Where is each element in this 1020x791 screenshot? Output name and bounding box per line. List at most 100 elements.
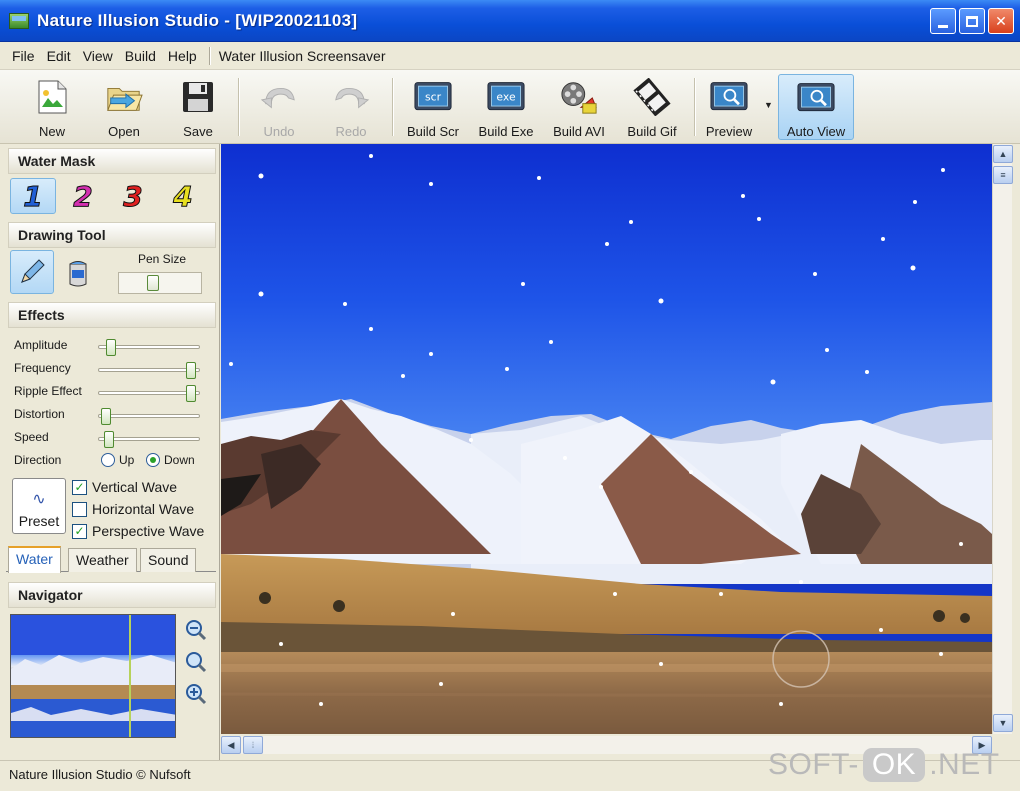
drawing-tool-header: Drawing Tool — [8, 222, 216, 248]
paint-bucket-icon — [69, 261, 87, 287]
undo-button[interactable]: Undo — [256, 74, 302, 140]
build-gif-button[interactable]: Build Gif — [624, 74, 680, 140]
vertical-wave-checkbox[interactable]: ✓ — [72, 480, 87, 495]
paint-bucket-tool-button[interactable] — [56, 250, 100, 294]
build-scr-icon: scr — [414, 78, 452, 116]
menu-view[interactable]: View — [83, 48, 113, 64]
frequency-slider[interactable] — [98, 362, 200, 379]
close-button[interactable]: ✕ — [988, 8, 1014, 34]
ripple-effect-slider[interactable] — [98, 385, 200, 402]
scroll-down-button[interactable]: ▼ — [993, 714, 1013, 732]
perspective-wave-checkbox[interactable]: ✓ — [72, 524, 87, 539]
amplitude-slider[interactable] — [98, 339, 200, 356]
mask-2-label: 2 — [73, 179, 94, 213]
title-bar: Nature Illusion Studio - [WIP20021103] ✕ — [0, 0, 1020, 42]
zoom-in-icon — [186, 684, 207, 705]
mask-4-button[interactable]: 4 — [160, 178, 206, 214]
vertical-wave-label: Vertical Wave — [92, 479, 178, 495]
distortion-slider-thumb[interactable] — [100, 408, 111, 425]
mask-3-button[interactable]: 3 — [110, 178, 156, 214]
watermark-text-right: .NET — [929, 748, 1000, 781]
pen-size-slider[interactable] — [118, 272, 202, 294]
ripple-effect-label: Ripple Effect — [14, 384, 82, 398]
speed-slider-thumb[interactable] — [104, 431, 115, 448]
speed-slider[interactable] — [98, 431, 200, 448]
preset-button[interactable]: ∿ Preset — [12, 478, 66, 534]
scroll-up-button[interactable]: ▲ — [993, 145, 1013, 163]
toolbar: New Open Save Undo Redo scr Build Scr ex… — [0, 70, 1020, 144]
effects-header: Effects — [8, 302, 216, 328]
wave-icon: ∿ — [32, 491, 46, 508]
pencil-icon — [21, 259, 45, 283]
direction-up-radio[interactable] — [101, 453, 115, 467]
auto-view-button[interactable]: Auto View — [778, 74, 854, 140]
tab-water[interactable]: Water — [8, 546, 61, 573]
navigator-viewport-marker[interactable] — [129, 615, 131, 737]
zoom-fit-button[interactable] — [184, 650, 208, 674]
redo-arrow-icon — [332, 78, 370, 116]
menu-edit[interactable]: Edit — [47, 48, 71, 64]
open-folder-icon — [105, 78, 143, 116]
save-button[interactable]: Save — [176, 74, 220, 140]
vertical-scroll-thumb[interactable]: ≡ — [993, 166, 1013, 184]
undo-arrow-icon — [260, 78, 298, 116]
zoom-in-button[interactable] — [184, 682, 208, 706]
mask-2-button[interactable]: 2 — [60, 178, 106, 214]
horizontal-wave-checkbox[interactable] — [72, 502, 87, 517]
new-document-icon — [33, 78, 71, 116]
panel-tabs: Water Weather Sound — [6, 546, 216, 573]
toolbar-separator — [694, 78, 696, 136]
open-button[interactable]: Open — [102, 74, 146, 140]
app-icon — [9, 12, 29, 29]
menu-help[interactable]: Help — [168, 48, 197, 64]
new-button[interactable]: New — [30, 74, 74, 140]
minimize-button[interactable] — [930, 8, 956, 34]
watermark-text-ok: OK — [862, 748, 926, 782]
film-reel-icon — [560, 78, 598, 116]
horizontal-wave-label: Horizontal Wave — [92, 501, 195, 517]
build-exe-button[interactable]: exe Build Exe — [476, 74, 536, 140]
pen-size-slider-thumb[interactable] — [147, 275, 159, 291]
tab-weather[interactable]: Weather — [68, 548, 137, 572]
preview-dropdown-arrow-icon[interactable]: ▼ — [764, 100, 773, 110]
redo-button[interactable]: Redo — [328, 74, 374, 140]
watermark-text-left: SOFT- — [768, 748, 859, 781]
ripple-effect-slider-thumb[interactable] — [186, 385, 197, 402]
perspective-wave-label: Perspective Wave — [92, 523, 205, 539]
horizontal-scroll-thumb[interactable]: ⦙ — [243, 736, 263, 754]
amplitude-label: Amplitude — [14, 338, 68, 352]
build-scr-button[interactable]: scr Build Scr — [404, 74, 462, 140]
image-canvas[interactable] — [221, 144, 992, 734]
mask-4-label: 4 — [173, 179, 194, 213]
navigator-thumbnail[interactable] — [10, 614, 176, 738]
landscape-image — [221, 144, 992, 734]
amplitude-slider-thumb[interactable] — [106, 339, 117, 356]
pencil-tool-button[interactable] — [10, 250, 54, 294]
menu-file[interactable]: File — [12, 48, 35, 64]
frequency-label: Frequency — [14, 361, 71, 375]
auto-view-monitor-icon — [797, 79, 835, 116]
zoom-out-button[interactable] — [184, 618, 208, 642]
menu-build[interactable]: Build — [125, 48, 156, 64]
window-title: Nature Illusion Studio - [WIP20021103] — [37, 10, 358, 30]
preview-button[interactable]: Preview — [700, 74, 758, 140]
build-avi-button[interactable]: Build AVI — [548, 74, 610, 140]
vertical-scrollbar[interactable]: ▲ ≡ ▼ — [992, 144, 1013, 734]
preset-label: Preset — [18, 513, 60, 529]
speed-label: Speed — [14, 430, 49, 444]
scroll-left-button[interactable]: ◀ — [221, 736, 241, 754]
build-exe-icon: exe — [487, 78, 525, 116]
distortion-label: Distortion — [14, 407, 65, 421]
distortion-slider[interactable] — [98, 408, 200, 425]
direction-down-radio[interactable] — [146, 453, 160, 467]
tab-sound[interactable]: Sound — [140, 548, 197, 572]
direction-down-label: Down — [164, 453, 195, 467]
zoom-out-icon — [186, 620, 207, 641]
frequency-slider-thumb[interactable] — [186, 362, 197, 379]
mask-1-label: 1 — [23, 179, 44, 213]
water-mask-header: Water Mask — [8, 148, 216, 174]
maximize-button[interactable] — [959, 8, 985, 34]
menu-water-illusion-screensaver[interactable]: Water Illusion Screensaver — [219, 48, 386, 64]
zoom-icon — [186, 652, 207, 673]
mask-1-button[interactable]: 1 — [10, 178, 56, 214]
